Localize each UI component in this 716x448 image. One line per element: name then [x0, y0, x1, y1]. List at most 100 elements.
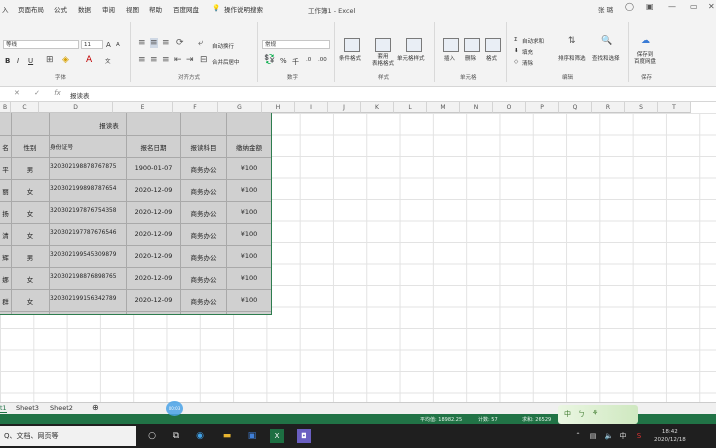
sheet-tab[interactable]: Sheet3	[16, 404, 39, 412]
table-header-cell[interactable]: 报读科目	[181, 142, 226, 152]
table-row-cell[interactable]: 320302199156342789	[49, 296, 127, 302]
column-header-r[interactable]: R	[592, 102, 625, 113]
tab-review[interactable]: 审阅	[102, 4, 115, 14]
table-header-cell[interactable]: 性别	[15, 142, 45, 152]
table-row-cell[interactable]: 320302197876754358	[49, 208, 127, 214]
worksheet-grid[interactable]: BCDEFGHIJKLMNOPQRST 报读表 名性别 身份证号 报名日期 报读科目缴…	[0, 102, 716, 402]
column-header-l[interactable]: L	[394, 102, 427, 113]
sort-filter-button[interactable]: 排序和筛选	[558, 54, 586, 62]
column-header-s[interactable]: S	[625, 102, 658, 113]
phonetic-icon[interactable]: 文	[105, 57, 111, 65]
column-header-t[interactable]: T	[658, 102, 691, 113]
column-header-d[interactable]: D	[39, 102, 113, 113]
tray-app-icon[interactable]: S	[632, 429, 646, 443]
insert-function-icon[interactable]: fx	[54, 89, 61, 97]
column-header-m[interactable]: M	[427, 102, 460, 113]
format-table-button[interactable]: 套用 表格格式	[372, 54, 394, 68]
autosum-button[interactable]: 自动求和	[522, 37, 544, 45]
align-bottom-icon[interactable]: ≡	[162, 38, 170, 48]
cortana-icon[interactable]: ○	[145, 429, 159, 443]
tab-view[interactable]: 视图	[126, 4, 139, 14]
number-format-select[interactable]: 常规	[262, 40, 330, 49]
table-row-cell[interactable]: 商务办公	[181, 252, 226, 262]
user-avatar-icon[interactable]: ◯	[625, 2, 634, 11]
file-explorer-icon[interactable]: ▬	[220, 429, 234, 443]
table-row-cell[interactable]: 2020-12-09	[127, 252, 180, 260]
table-row-cell[interactable]: 320302197787676546	[49, 230, 127, 236]
decrease-decimal-icon[interactable]: .00	[318, 57, 327, 63]
fill-button[interactable]: 填充	[522, 48, 533, 56]
merge-center-button[interactable]: 合并后居中	[212, 58, 240, 66]
borders-icon[interactable]: ⊞	[46, 55, 54, 65]
column-header-i[interactable]: I	[295, 102, 328, 113]
table-row-cell[interactable]: 320302198878767875	[49, 164, 127, 170]
percent-button[interactable]: %	[280, 57, 287, 65]
column-header-q[interactable]: Q	[559, 102, 592, 113]
insert-button[interactable]: 插入	[444, 54, 455, 62]
column-header-n[interactable]: N	[460, 102, 493, 113]
table-header-cell[interactable]: 身份证号	[49, 142, 127, 151]
table-row-cell[interactable]: 丽	[0, 186, 11, 196]
italic-button[interactable]: I	[17, 57, 19, 65]
increase-indent-icon[interactable]: ⇥	[186, 55, 194, 65]
cell-styles-button[interactable]: 单元格样式	[397, 54, 425, 62]
ime-lang-indicator[interactable]: 中	[616, 429, 630, 443]
baidu-netdisk-icon[interactable]: ☁	[641, 36, 650, 46]
ime-phonetic-icon[interactable]: ㄅ	[578, 409, 585, 419]
table-row-cell[interactable]: 商务办公	[181, 296, 226, 306]
align-top-icon[interactable]: ≡	[138, 38, 146, 48]
minimize-icon[interactable]: —	[668, 2, 676, 11]
sheet-tab[interactable]: Sheet2	[50, 404, 73, 412]
table-row-cell[interactable]: ¥100	[227, 164, 271, 172]
column-header-p[interactable]: P	[526, 102, 559, 113]
find-select-button[interactable]: 查找和选择	[592, 54, 620, 62]
table-header-cell[interactable]: 报名日期	[127, 142, 180, 152]
column-header-j[interactable]: J	[328, 102, 361, 113]
table-row-cell[interactable]: ¥100	[227, 252, 271, 260]
table-row-cell[interactable]: 商务办公	[181, 186, 226, 196]
task-view-icon[interactable]: ⧉	[169, 429, 183, 443]
table-header-cell[interactable]: 名	[0, 142, 11, 152]
ime-skin-icon[interactable]: ⚘	[592, 409, 598, 417]
confirm-edit-icon[interactable]: ✓	[34, 89, 40, 97]
table-title[interactable]: 报读表	[49, 120, 169, 130]
insert-cells-icon[interactable]	[443, 38, 459, 52]
tab-help[interactable]: 帮助	[149, 4, 162, 14]
sheet-tab-active[interactable]: t1	[0, 404, 7, 413]
format-cells-icon[interactable]	[485, 38, 501, 52]
table-row-cell[interactable]: ¥100	[227, 230, 271, 238]
add-sheet-button[interactable]: ⊕	[92, 403, 99, 412]
table-row-cell[interactable]: 2020-12-09	[127, 230, 180, 238]
table-row-cell[interactable]: 320302198876898765	[49, 274, 127, 280]
table-row-cell[interactable]: 商务办公	[181, 230, 226, 240]
tab-insert-partial[interactable]: 入	[2, 4, 9, 14]
table-row-cell[interactable]: 2020-12-09	[127, 208, 180, 216]
cell-styles-icon[interactable]	[406, 38, 422, 52]
table-row-cell[interactable]: ¥100	[227, 186, 271, 194]
tab-baidu-netdisk[interactable]: 百度网盘	[173, 4, 199, 14]
table-row-cell[interactable]: ¥100	[227, 208, 271, 216]
table-row-cell[interactable]: 女	[15, 208, 45, 218]
user-name[interactable]: 张 璐	[598, 4, 613, 14]
formula-input[interactable]: 报读表	[70, 90, 90, 100]
table-row-cell[interactable]: 清	[0, 230, 11, 240]
tab-data[interactable]: 数据	[78, 4, 91, 14]
table-row-cell[interactable]: 320302199898787654	[49, 186, 127, 192]
cancel-edit-icon[interactable]: ✕	[14, 89, 20, 97]
tab-page-layout[interactable]: 页面布局	[18, 4, 44, 14]
conditional-format-button[interactable]: 条件格式	[339, 54, 361, 62]
store-icon[interactable]: ▣	[245, 429, 259, 443]
increase-decimal-icon[interactable]: .0	[306, 57, 311, 63]
sort-filter-icon[interactable]: ⇅	[568, 36, 576, 46]
delete-cells-icon[interactable]	[464, 38, 480, 52]
network-icon[interactable]: ▤	[586, 429, 600, 443]
table-row-cell[interactable]: 商务办公	[181, 274, 226, 284]
ribbon-display-icon[interactable]: ▣	[646, 2, 654, 11]
column-header-k[interactable]: K	[361, 102, 394, 113]
fill-color-icon[interactable]: ◈	[62, 55, 69, 65]
column-header-c[interactable]: C	[11, 102, 39, 113]
orientation-icon[interactable]: ⟳	[176, 38, 184, 48]
delete-button[interactable]: 删除	[465, 54, 476, 62]
ime-toolbar[interactable]: 中 ㄅ ⚘	[558, 405, 638, 424]
column-header-b[interactable]: B	[0, 102, 11, 113]
